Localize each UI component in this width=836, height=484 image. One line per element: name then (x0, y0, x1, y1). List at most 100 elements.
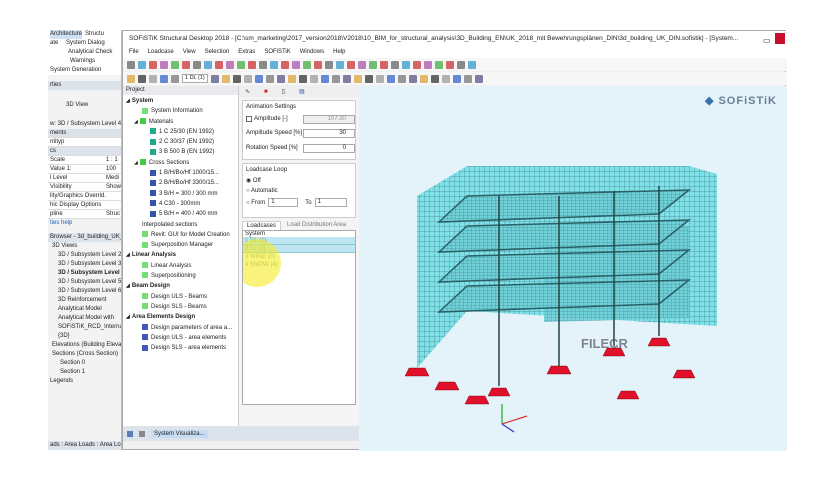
toolbar-icon[interactable] (237, 60, 245, 69)
toolbar-icon[interactable] (244, 74, 252, 83)
toolbar-icon[interactable] (336, 60, 344, 69)
radio-off[interactable]: ◉ Off (246, 177, 352, 184)
radio-from[interactable]: ○ From (246, 200, 265, 206)
tree-view-icon[interactable] (127, 430, 133, 437)
toolbar-icon[interactable] (149, 74, 157, 83)
toolbar-icon[interactable] (365, 74, 373, 83)
browser-item[interactable]: Elevations (Building Elevat (48, 341, 121, 350)
toolbar-icon[interactable] (453, 74, 461, 83)
toolbar-icon[interactable] (160, 60, 168, 69)
browser-item[interactable]: 3D Reinforcement (48, 296, 121, 305)
toolbar-icon[interactable] (464, 74, 472, 83)
view-type[interactable]: 3D View (48, 90, 121, 120)
menu-loadcase[interactable]: Loadcase (148, 47, 174, 58)
browser-item[interactable]: 3D / Subsystem Level 5 (48, 278, 121, 287)
tab-icon-3[interactable]: ▯ (282, 88, 285, 95)
project-tree-item[interactable]: 4 C30 - 300mm (123, 199, 238, 209)
property-row[interactable]: hic Display Options (48, 201, 121, 210)
menu-file[interactable]: File (129, 47, 139, 58)
project-tree-item[interactable]: 1 C 25/30 (EN 1992) (123, 127, 238, 137)
toolbar-icon[interactable] (277, 74, 285, 83)
tab-icon-2[interactable]: ■ (264, 89, 268, 95)
project-tree-item[interactable]: Interpolated sections (123, 220, 238, 230)
toolbar-icon[interactable] (226, 60, 234, 69)
toolbar-icon[interactable] (446, 60, 454, 69)
expand-arrow-icon[interactable]: ◢ (126, 314, 130, 320)
toolbar-icon[interactable] (211, 74, 219, 83)
toolbar-icon[interactable] (457, 60, 465, 69)
revit-tab[interactable]: Architecture (50, 30, 83, 39)
toolbar-icon[interactable] (402, 60, 410, 69)
toolbar-icon[interactable] (424, 60, 432, 69)
project-tree-item[interactable]: ◢ Area Elements Design (123, 312, 238, 322)
project-tree-item[interactable]: ◢ Cross Sections (123, 158, 238, 168)
ribbon-system-dialog[interactable]: System Dialog (66, 40, 105, 46)
expand-arrow-icon[interactable]: ◢ (134, 160, 138, 166)
toolbar-icon[interactable] (193, 60, 201, 69)
browser-item[interactable]: Legends (48, 377, 121, 386)
property-row[interactable]: ntityp (48, 138, 121, 147)
expand-arrow-icon[interactable]: ◢ (126, 283, 130, 289)
project-tree-item[interactable]: 2 B/H/Bo/Hf 3300/15... (123, 178, 238, 188)
amplitude-checkbox[interactable] (246, 116, 252, 122)
toolbar-icon[interactable] (387, 74, 395, 83)
toolbar-icon[interactable] (358, 60, 366, 69)
rotation-speed-input[interactable]: 0 (303, 144, 355, 153)
toolbar-icon[interactable] (127, 74, 135, 83)
menu-extras[interactable]: Extras (238, 47, 255, 58)
to-select[interactable]: 1 (314, 198, 347, 207)
toolbar-icon[interactable] (376, 74, 384, 83)
ribbon-warnings[interactable]: Warnings (48, 57, 121, 66)
from-select[interactable]: 1 (268, 198, 299, 207)
toolbar-icon[interactable] (233, 74, 241, 83)
toolbar-icon[interactable] (475, 74, 483, 83)
toolbar-icon[interactable] (160, 74, 168, 83)
tab-system-visualization[interactable]: System Visualiza... (151, 429, 208, 438)
toolbar-icon[interactable] (354, 74, 362, 83)
menu-windows[interactable]: Windows (300, 47, 324, 58)
project-tree-item[interactable]: Linear Analysis (123, 261, 238, 271)
property-row[interactable]: Scale 1 : 1 (48, 156, 121, 165)
loadcase-select[interactable]: 1 DL (1) (182, 74, 208, 83)
project-tree-item[interactable]: 1 B/H/Bo/Hf 1000/15... (123, 168, 238, 178)
view-name[interactable]: w: 3D / Subsystem Level 4 (48, 120, 121, 129)
browser-item[interactable]: Section 0 (48, 359, 121, 368)
toolbar-icon[interactable] (314, 60, 322, 69)
toolbar-icon[interactable] (380, 60, 388, 69)
menu-view[interactable]: View (183, 47, 196, 58)
property-row[interactable]: l Level Medi (48, 174, 121, 183)
project-tree-item[interactable]: Design ULS - area elements (123, 333, 238, 343)
project-tree-item[interactable]: Design SLS - Beams (123, 302, 238, 312)
project-tree-item[interactable]: 3 B/H = 300 / 300 mm (123, 189, 238, 199)
project-tree-item[interactable]: Design SLS - area elements (123, 343, 238, 353)
property-row[interactable]: Visibility Show (48, 183, 121, 192)
project-tree-item[interactable]: ◢ System (123, 96, 238, 106)
toolbar-icon[interactable] (171, 60, 179, 69)
building-model[interactable]: FILECR (359, 86, 787, 451)
project-tree-item[interactable]: Superposition Manager (123, 240, 238, 250)
toolbar-icon[interactable] (138, 60, 146, 69)
expand-arrow-icon[interactable]: ◢ (126, 98, 130, 104)
radio-automatic[interactable]: ○ Automatic (246, 188, 352, 194)
browser-item[interactable]: {3D} (48, 332, 121, 341)
property-row[interactable]: pline Struc (48, 210, 121, 219)
project-tree-item[interactable]: 3 B 500 B (EN 1992) (123, 147, 238, 157)
toolbar-icon[interactable] (259, 60, 267, 69)
toolbar-icon[interactable] (332, 74, 340, 83)
browser-item[interactable]: 3D / Subsystem Level 6 (48, 287, 121, 296)
project-tree-item[interactable]: Revit: GUI for Model Creation (123, 230, 238, 240)
animation-tab-icon[interactable]: ∿ (245, 88, 250, 95)
toolbar-icon[interactable] (248, 60, 256, 69)
toolbar-icon[interactable] (292, 60, 300, 69)
toolbar-icon[interactable] (138, 74, 146, 83)
toolbar-icon[interactable] (325, 60, 333, 69)
project-tree-item[interactable]: ◢ Materials (123, 117, 238, 127)
expand-arrow-icon[interactable]: ◢ (134, 119, 138, 125)
browser-item[interactable]: 3D / Subsystem Level 3 (48, 260, 121, 269)
browser-item[interactable]: Analytical Model (48, 305, 121, 314)
browser-item[interactable]: 3D Views (48, 242, 121, 251)
close-button[interactable] (775, 33, 785, 44)
list-view-icon[interactable] (139, 430, 145, 437)
toolbar-icon[interactable] (398, 74, 406, 83)
toolbar-icon[interactable] (149, 60, 157, 69)
